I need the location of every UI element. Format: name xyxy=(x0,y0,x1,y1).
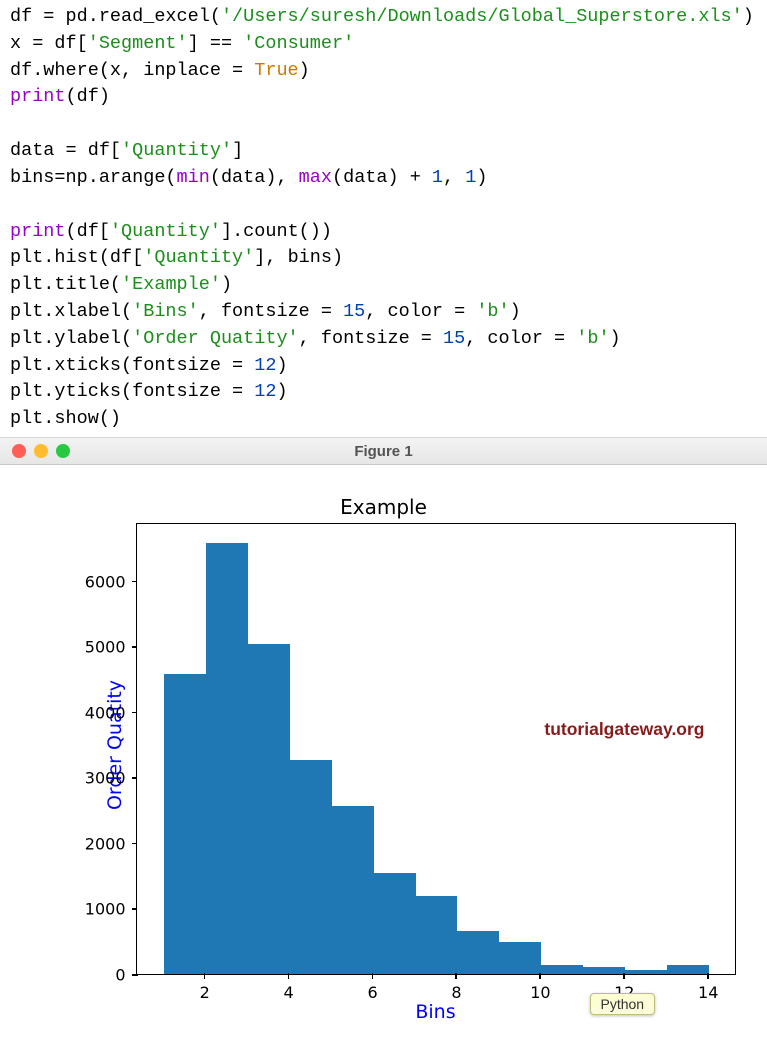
histogram-bar xyxy=(541,965,583,974)
histogram-bar xyxy=(290,760,332,974)
y-tick-label: 6000 xyxy=(85,572,126,591)
code-line: plt.xlabel('Bins', fontsize = 15, color … xyxy=(10,301,521,322)
code-line: df.where(x, inplace = True) xyxy=(10,60,310,81)
code-line: plt.xticks(fontsize = 12) xyxy=(10,355,288,376)
x-tick-label: 2 xyxy=(200,983,210,1002)
code-line: print(df['Quantity'].count()) xyxy=(10,221,332,242)
code-line: data = df['Quantity'] xyxy=(10,140,243,161)
x-tick-mark xyxy=(539,973,541,979)
y-tick-label: 0 xyxy=(115,966,125,985)
x-tick-mark xyxy=(455,973,457,979)
code-line: bins=np.arange(min(data), max(data) + 1,… xyxy=(10,167,487,188)
chart-title: Example xyxy=(24,495,744,519)
histogram-bar xyxy=(374,873,416,974)
code-line: df = pd.read_excel('/Users/suresh/Downlo… xyxy=(10,6,754,27)
code-line: x = df['Segment'] == 'Consumer' xyxy=(10,33,354,54)
x-tick-label: 6 xyxy=(367,983,377,1002)
figure-area: Example Order Quatity 010002000300040005… xyxy=(0,465,767,1040)
code-line: plt.title('Example') xyxy=(10,274,232,295)
y-tick-label: 1000 xyxy=(85,900,126,919)
x-tick-label: 8 xyxy=(451,983,461,1002)
histogram-bars xyxy=(137,524,735,974)
x-tick-mark xyxy=(204,973,206,979)
code-line: print(df) xyxy=(10,86,110,107)
chart: Example Order Quatity 010002000300040005… xyxy=(24,495,744,1030)
histogram-bar xyxy=(583,967,625,974)
watermark: tutorialgateway.org xyxy=(544,719,704,740)
tooltip: Python xyxy=(590,993,656,1015)
y-tick-label: 4000 xyxy=(85,703,126,722)
x-tick-label: 14 xyxy=(698,983,718,1002)
y-ticks: 0100020003000400050006000 xyxy=(24,523,136,975)
histogram-bar xyxy=(164,674,206,974)
x-tick-mark xyxy=(372,973,374,979)
code-line: plt.show() xyxy=(10,408,121,429)
code-line xyxy=(10,194,21,215)
code-line: plt.ylabel('Order Quatity', fontsize = 1… xyxy=(10,328,621,349)
plot-area: tutorialgateway.org xyxy=(136,523,736,975)
code-line: plt.yticks(fontsize = 12) xyxy=(10,381,288,402)
histogram-bar xyxy=(248,644,290,974)
window-title: Figure 1 xyxy=(0,443,767,460)
y-tick-label: 5000 xyxy=(85,638,126,657)
x-tick-mark xyxy=(623,973,625,979)
x-tick-label: 10 xyxy=(530,983,550,1002)
code-line xyxy=(10,113,21,134)
histogram-bar xyxy=(206,543,248,974)
x-tick-mark xyxy=(288,973,290,979)
x-tick-label: 4 xyxy=(284,983,294,1002)
y-tick-label: 3000 xyxy=(85,769,126,788)
histogram-bar xyxy=(667,965,709,974)
histogram-bar xyxy=(499,942,541,974)
code-line: plt.hist(df['Quantity'], bins) xyxy=(10,247,343,268)
x-tick-mark xyxy=(707,973,709,979)
y-tick-label: 2000 xyxy=(85,834,126,853)
code-block: df = pd.read_excel('/Users/suresh/Downlo… xyxy=(0,0,767,437)
window-titlebar: Figure 1 xyxy=(0,437,767,465)
histogram-bar xyxy=(416,896,458,974)
histogram-bar xyxy=(625,970,667,974)
histogram-bar xyxy=(457,931,499,974)
histogram-bar xyxy=(332,806,374,974)
